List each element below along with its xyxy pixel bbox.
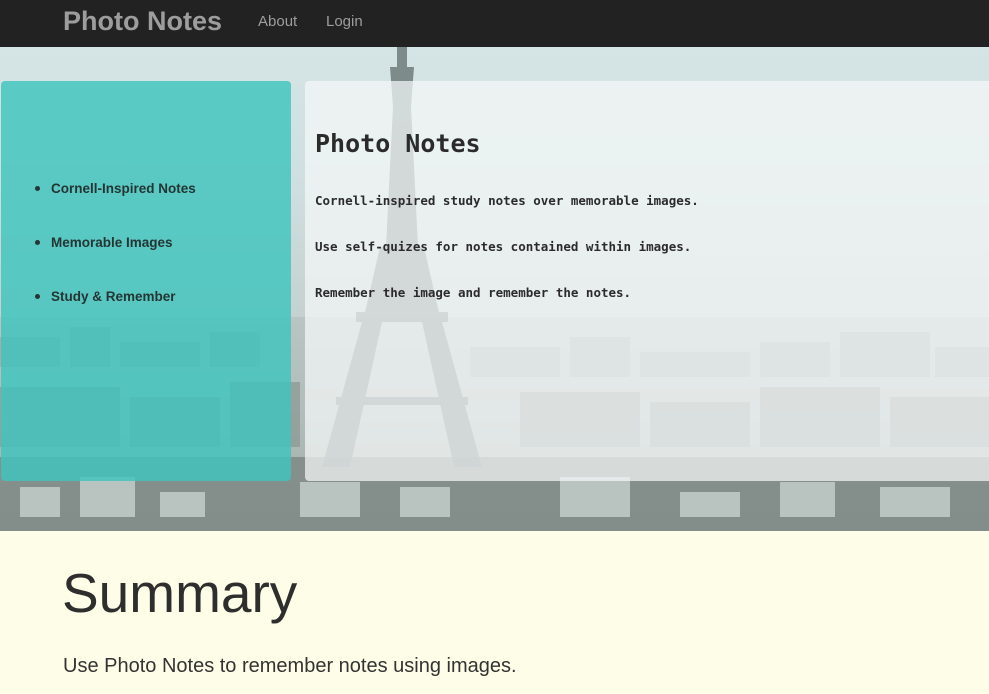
feature-item: Study & Remember [34,289,196,343]
feature-item: Cornell-Inspired Notes [34,181,196,235]
summary-heading: Summary [62,562,298,624]
feature-list: Cornell-Inspired Notes Memorable Images … [34,181,196,343]
content-line: Use self-quizes for notes contained with… [315,239,692,254]
content-line: Remember the image and remember the note… [315,285,632,300]
bullet-icon [35,240,40,245]
nav-link-about[interactable]: About [258,13,297,30]
nav-link-login[interactable]: Login [326,13,363,30]
bullet-icon [35,186,40,191]
feature-item: Memorable Images [34,235,196,289]
feature-label: Cornell-Inspired Notes [51,181,196,196]
feature-label: Memorable Images [51,235,173,250]
hero-section: Cornell-Inspired Notes Memorable Images … [0,47,989,531]
summary-section: Summary Use Photo Notes to remember note… [0,531,989,694]
feature-label: Study & Remember [51,289,176,304]
navbar: Photo Notes About Login [0,0,989,48]
brand-link[interactable]: Photo Notes [63,6,222,37]
summary-text: Use Photo Notes to remember notes using … [63,655,517,677]
bullet-icon [35,294,40,299]
sidebar-panel: Cornell-Inspired Notes Memorable Images … [1,81,291,481]
content-title: Photo Notes [315,129,481,158]
content-line: Cornell-inspired study notes over memora… [315,193,699,208]
content-panel: Photo Notes Cornell-inspired study notes… [305,81,989,481]
